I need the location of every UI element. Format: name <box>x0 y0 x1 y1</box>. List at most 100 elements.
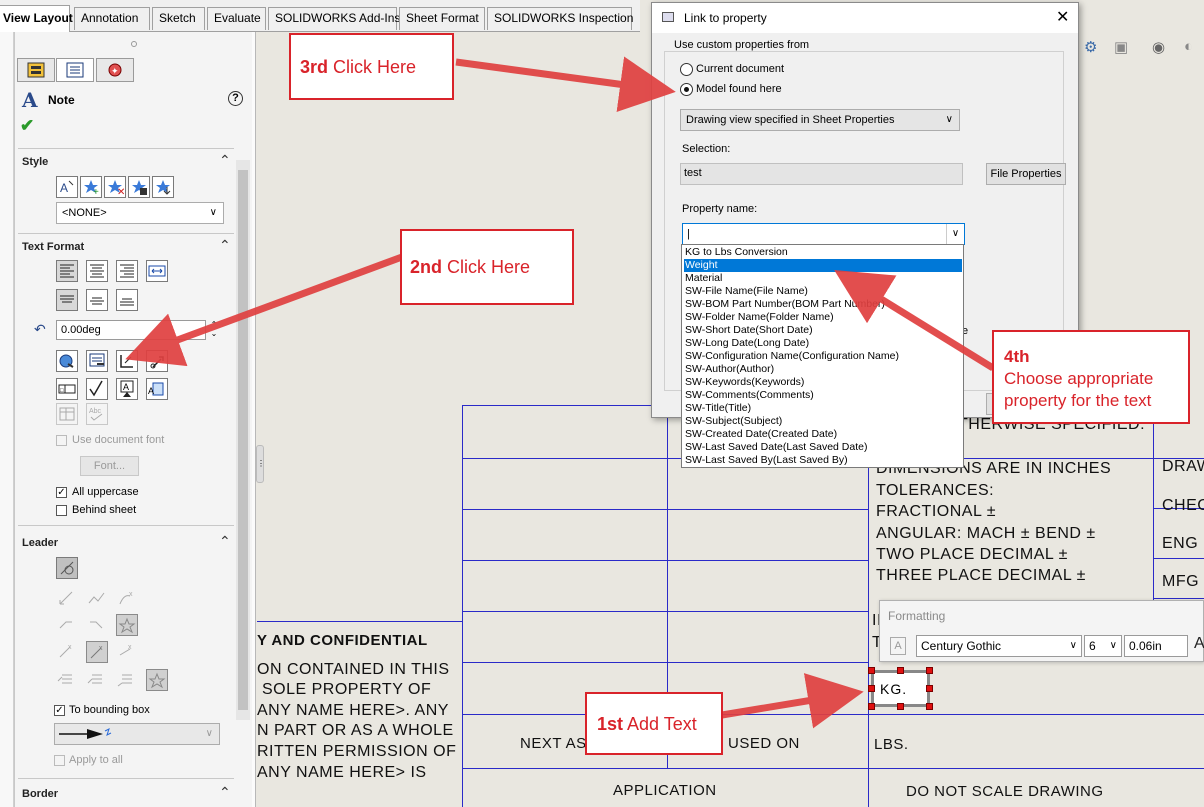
attach-middle-icon[interactable] <box>86 669 108 691</box>
arrow-style-3-icon[interactable]: x <box>116 641 138 663</box>
no-leader-icon[interactable] <box>56 557 78 579</box>
behind-sheet-checkbox[interactable] <box>56 505 67 516</box>
align-left-icon[interactable] <box>56 260 78 282</box>
tab-sketch[interactable]: Sketch <box>152 7 205 30</box>
list-item-selected[interactable]: Weight <box>684 259 962 272</box>
font-button[interactable]: Font... <box>80 456 139 476</box>
list-item[interactable]: SW-Long Date(Long Date) <box>684 337 962 350</box>
property-dropdown-list[interactable]: KG to Lbs Conversion Weight Material SW-… <box>681 244 964 468</box>
arrow-style-select[interactable]: ∨ <box>54 723 220 745</box>
list-item[interactable]: SW-BOM Part Number(BOM Part Number) <box>684 298 962 311</box>
list-item[interactable]: SW-Created Date(Created Date) <box>684 428 962 441</box>
use-document-font-checkbox[interactable] <box>56 435 67 446</box>
to-bounding-box-checkbox[interactable]: ✓ <box>54 705 65 716</box>
tab-sheet-format[interactable]: Sheet Format <box>399 7 485 30</box>
tab-propertymanager[interactable] <box>56 58 94 82</box>
leader-left-icon[interactable] <box>56 614 78 636</box>
hide-icon[interactable]: ◐ <box>1184 38 1193 55</box>
pm-scrollbar[interactable] <box>236 160 250 720</box>
gear-view-icon[interactable]: ⚙ <box>1084 38 1097 56</box>
arrow-style-2-icon[interactable]: x <box>86 641 108 663</box>
resize-handle[interactable] <box>897 703 904 710</box>
valign-middle-icon[interactable] <box>86 289 108 311</box>
tab-annotation[interactable]: Annotation <box>74 7 150 30</box>
list-item[interactable]: SW-Keywords(Keywords) <box>684 376 962 389</box>
file-properties-button[interactable]: File Properties <box>986 163 1066 185</box>
resize-handle[interactable] <box>926 703 933 710</box>
geometric-tolerance-icon[interactable]: □ <box>56 378 78 400</box>
collapse-style-icon[interactable]: ⌃ <box>219 152 231 169</box>
apply-style-icon[interactable]: A <box>56 176 78 198</box>
delete-style-icon[interactable]: ✕ <box>104 176 126 198</box>
all-uppercase-checkbox[interactable]: ✓ <box>56 487 67 498</box>
font-combo[interactable]: Century Gothic ∨ <box>916 635 1082 657</box>
selection-field[interactable]: test <box>680 163 963 185</box>
angle-field[interactable]: 0.00deg <box>56 320 206 340</box>
attach-bottom-icon[interactable] <box>116 669 138 691</box>
model-source-select[interactable]: Drawing view specified in Sheet Properti… <box>680 109 960 131</box>
valign-bottom-icon[interactable] <box>116 289 138 311</box>
font-color-icon[interactable]: A <box>1194 635 1204 653</box>
font-size-combo[interactable]: 6 ∨ <box>1084 635 1122 657</box>
attach-nearest-icon[interactable] <box>146 669 168 691</box>
list-item[interactable]: SW-Subject(Subject) <box>684 415 962 428</box>
text-height-field[interactable]: 0.06in <box>1124 635 1188 657</box>
resize-handle[interactable] <box>926 667 933 674</box>
tab-featuremanager[interactable] <box>17 58 55 82</box>
eye-icon[interactable]: ◉ <box>1152 38 1165 56</box>
radio-current-document[interactable] <box>680 63 693 76</box>
chevron-down-icon[interactable]: ∨ <box>946 224 964 244</box>
section-style[interactable]: Style <box>22 156 48 168</box>
tab-configurationmanager[interactable]: ✦ <box>96 58 134 82</box>
list-item[interactable]: SW-Folder Name(Folder Name) <box>684 311 962 324</box>
save-style-icon[interactable] <box>128 176 150 198</box>
list-item[interactable]: SW-Author(Author) <box>684 363 962 376</box>
apply-to-all-checkbox[interactable] <box>54 755 65 766</box>
list-item[interactable]: SW-Last Saved By(Last Saved By) <box>684 454 962 467</box>
section-text-format[interactable]: Text Format <box>22 241 84 253</box>
help-icon[interactable]: ? <box>228 91 243 106</box>
expand-border-icon[interactable]: ⌃ <box>219 784 231 801</box>
stack-balloon-icon[interactable]: A <box>146 378 168 400</box>
arrow-style-1-icon[interactable]: x <box>56 641 78 663</box>
resize-handle[interactable] <box>868 703 875 710</box>
style-select[interactable]: <NONE> ∨ <box>56 202 224 224</box>
section-leader[interactable]: Leader <box>22 537 58 549</box>
list-item[interactable]: SW-File Name(File Name) <box>684 285 962 298</box>
section-border[interactable]: Border <box>22 788 58 800</box>
close-icon[interactable]: ✕ <box>1056 7 1069 27</box>
tab-evaluate[interactable]: Evaluate <box>207 7 266 30</box>
add-symbol-icon[interactable] <box>116 350 138 372</box>
link-to-property-icon[interactable] <box>86 350 108 372</box>
tab-solidworks-inspection[interactable]: SOLIDWORKS Inspection <box>487 7 633 30</box>
leader-right-icon[interactable] <box>86 614 108 636</box>
note-text[interactable]: KG. <box>880 681 907 697</box>
bent-leader-icon[interactable] <box>86 588 108 610</box>
leader-nearest-icon[interactable] <box>116 614 138 636</box>
surface-finish-icon[interactable] <box>86 378 108 400</box>
list-item[interactable]: SW-Comments(Comments) <box>684 389 962 402</box>
panel-gripper[interactable] <box>131 41 137 47</box>
insert-hyperlink-icon[interactable] <box>56 350 78 372</box>
text-style-icon[interactable]: A <box>890 637 906 655</box>
lock-anchor-icon[interactable] <box>146 350 168 372</box>
list-item[interactable]: Material <box>684 272 962 285</box>
add-style-icon[interactable]: + <box>80 176 102 198</box>
angle-spinner[interactable]: ⌃ ⌄ <box>208 320 220 340</box>
resize-handle[interactable] <box>897 667 904 674</box>
panel-collapse-handle[interactable]: ⋮ <box>256 445 265 483</box>
resize-handle[interactable] <box>926 685 933 692</box>
align-right-icon[interactable] <box>116 260 138 282</box>
justify-icon[interactable] <box>146 260 168 282</box>
property-name-combo[interactable]: | ∨ <box>682 223 965 245</box>
list-item[interactable]: SW-Configuration Name(Configuration Name… <box>684 350 962 363</box>
load-style-icon[interactable] <box>152 176 174 198</box>
tab-view-layout[interactable]: View Layout <box>0 5 73 32</box>
list-item[interactable]: SW-Last Saved Date(Last Saved Date) <box>684 441 962 454</box>
tab-solidworks-addins[interactable]: SOLIDWORKS Add-Ins <box>268 7 400 30</box>
spline-leader-icon[interactable]: x <box>116 588 138 610</box>
align-center-icon[interactable] <box>86 260 108 282</box>
resize-handle[interactable] <box>868 685 875 692</box>
attach-top-icon[interactable] <box>56 669 78 691</box>
resize-handle[interactable] <box>868 667 875 674</box>
